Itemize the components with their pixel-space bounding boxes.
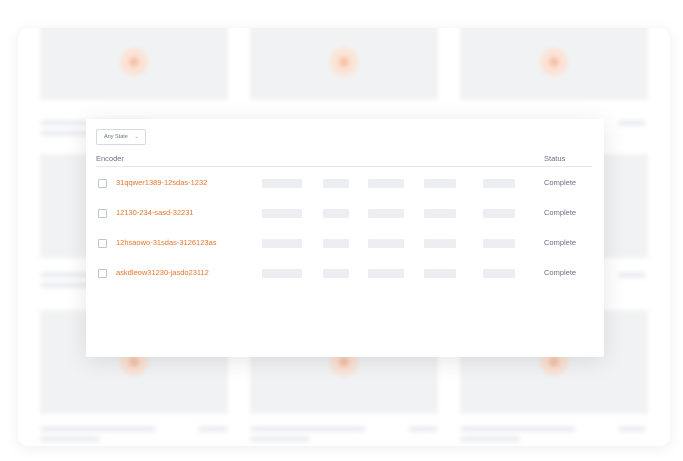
cell-placeholder	[424, 209, 456, 218]
video-thumbnail	[250, 28, 438, 100]
video-title-placeholder	[250, 436, 310, 442]
play-icon	[120, 48, 148, 76]
chevron-down-icon: ⌄	[134, 134, 139, 140]
cell-placeholder	[368, 239, 404, 248]
status-text: Complete	[544, 238, 577, 247]
cell-placeholder	[368, 179, 404, 188]
column-header-status: Status	[544, 154, 566, 163]
play-icon	[540, 48, 568, 76]
state-filter-dropdown[interactable]: Any State ⌄	[96, 129, 146, 145]
video-title-placeholder	[618, 272, 646, 278]
video-title-placeholder	[460, 426, 576, 432]
cell-placeholder	[323, 239, 349, 248]
cell-placeholder	[262, 209, 302, 218]
cell-placeholder	[368, 209, 404, 218]
encoder-panel: Any State ⌄ Encoder Status 31qqwer1389-1…	[86, 119, 604, 357]
cell-placeholder	[483, 179, 515, 188]
cell-placeholder	[262, 179, 302, 188]
row-checkbox[interactable]	[98, 179, 107, 188]
row-checkbox[interactable]	[98, 269, 107, 278]
cell-placeholder	[323, 209, 349, 218]
column-header-encoder: Encoder	[96, 154, 124, 163]
table-row: 12130-234-sasd-32231 Complete	[86, 199, 604, 229]
encoder-link[interactable]: 12hsaowo-31sdas-3126123as	[116, 238, 217, 247]
status-text: Complete	[544, 178, 577, 187]
video-title-placeholder	[40, 426, 156, 432]
video-title-placeholder	[408, 426, 438, 432]
header-divider	[96, 166, 592, 167]
cell-placeholder	[483, 269, 515, 278]
play-icon	[330, 48, 358, 76]
status-text: Complete	[544, 268, 577, 277]
table-row: askdleow31230-jasdo23112 Complete	[86, 259, 604, 289]
screen: Any State ⌄ Encoder Status 31qqwer1389-1…	[0, 0, 683, 461]
video-title-placeholder	[250, 426, 366, 432]
cell-placeholder	[262, 239, 302, 248]
cell-placeholder	[368, 269, 404, 278]
video-title-placeholder	[40, 436, 100, 442]
row-checkbox[interactable]	[98, 239, 107, 248]
encoder-link[interactable]: 31qqwer1389-12sdas-1232	[116, 178, 207, 187]
encoder-link[interactable]: 12130-234-sasd-32231	[116, 208, 194, 217]
status-text: Complete	[544, 208, 577, 217]
cell-placeholder	[323, 269, 349, 278]
video-thumbnail	[40, 28, 228, 100]
cell-placeholder	[424, 239, 456, 248]
video-title-placeholder	[460, 436, 520, 442]
cell-placeholder	[424, 269, 456, 278]
video-title-placeholder	[618, 426, 646, 432]
video-title-placeholder	[198, 426, 228, 432]
table-row: 31qqwer1389-12sdas-1232 Complete	[86, 169, 604, 199]
table-row: 12hsaowo-31sdas-3126123as Complete	[86, 229, 604, 259]
row-checkbox[interactable]	[98, 209, 107, 218]
state-filter-value: Any State	[104, 134, 128, 140]
encoder-link[interactable]: askdleow31230-jasdo23112	[116, 268, 209, 277]
cell-placeholder	[424, 179, 456, 188]
cell-placeholder	[323, 179, 349, 188]
cell-placeholder	[262, 269, 302, 278]
video-thumbnail	[460, 28, 648, 100]
video-title-placeholder	[618, 120, 646, 126]
cell-placeholder	[483, 239, 515, 248]
cell-placeholder	[483, 209, 515, 218]
